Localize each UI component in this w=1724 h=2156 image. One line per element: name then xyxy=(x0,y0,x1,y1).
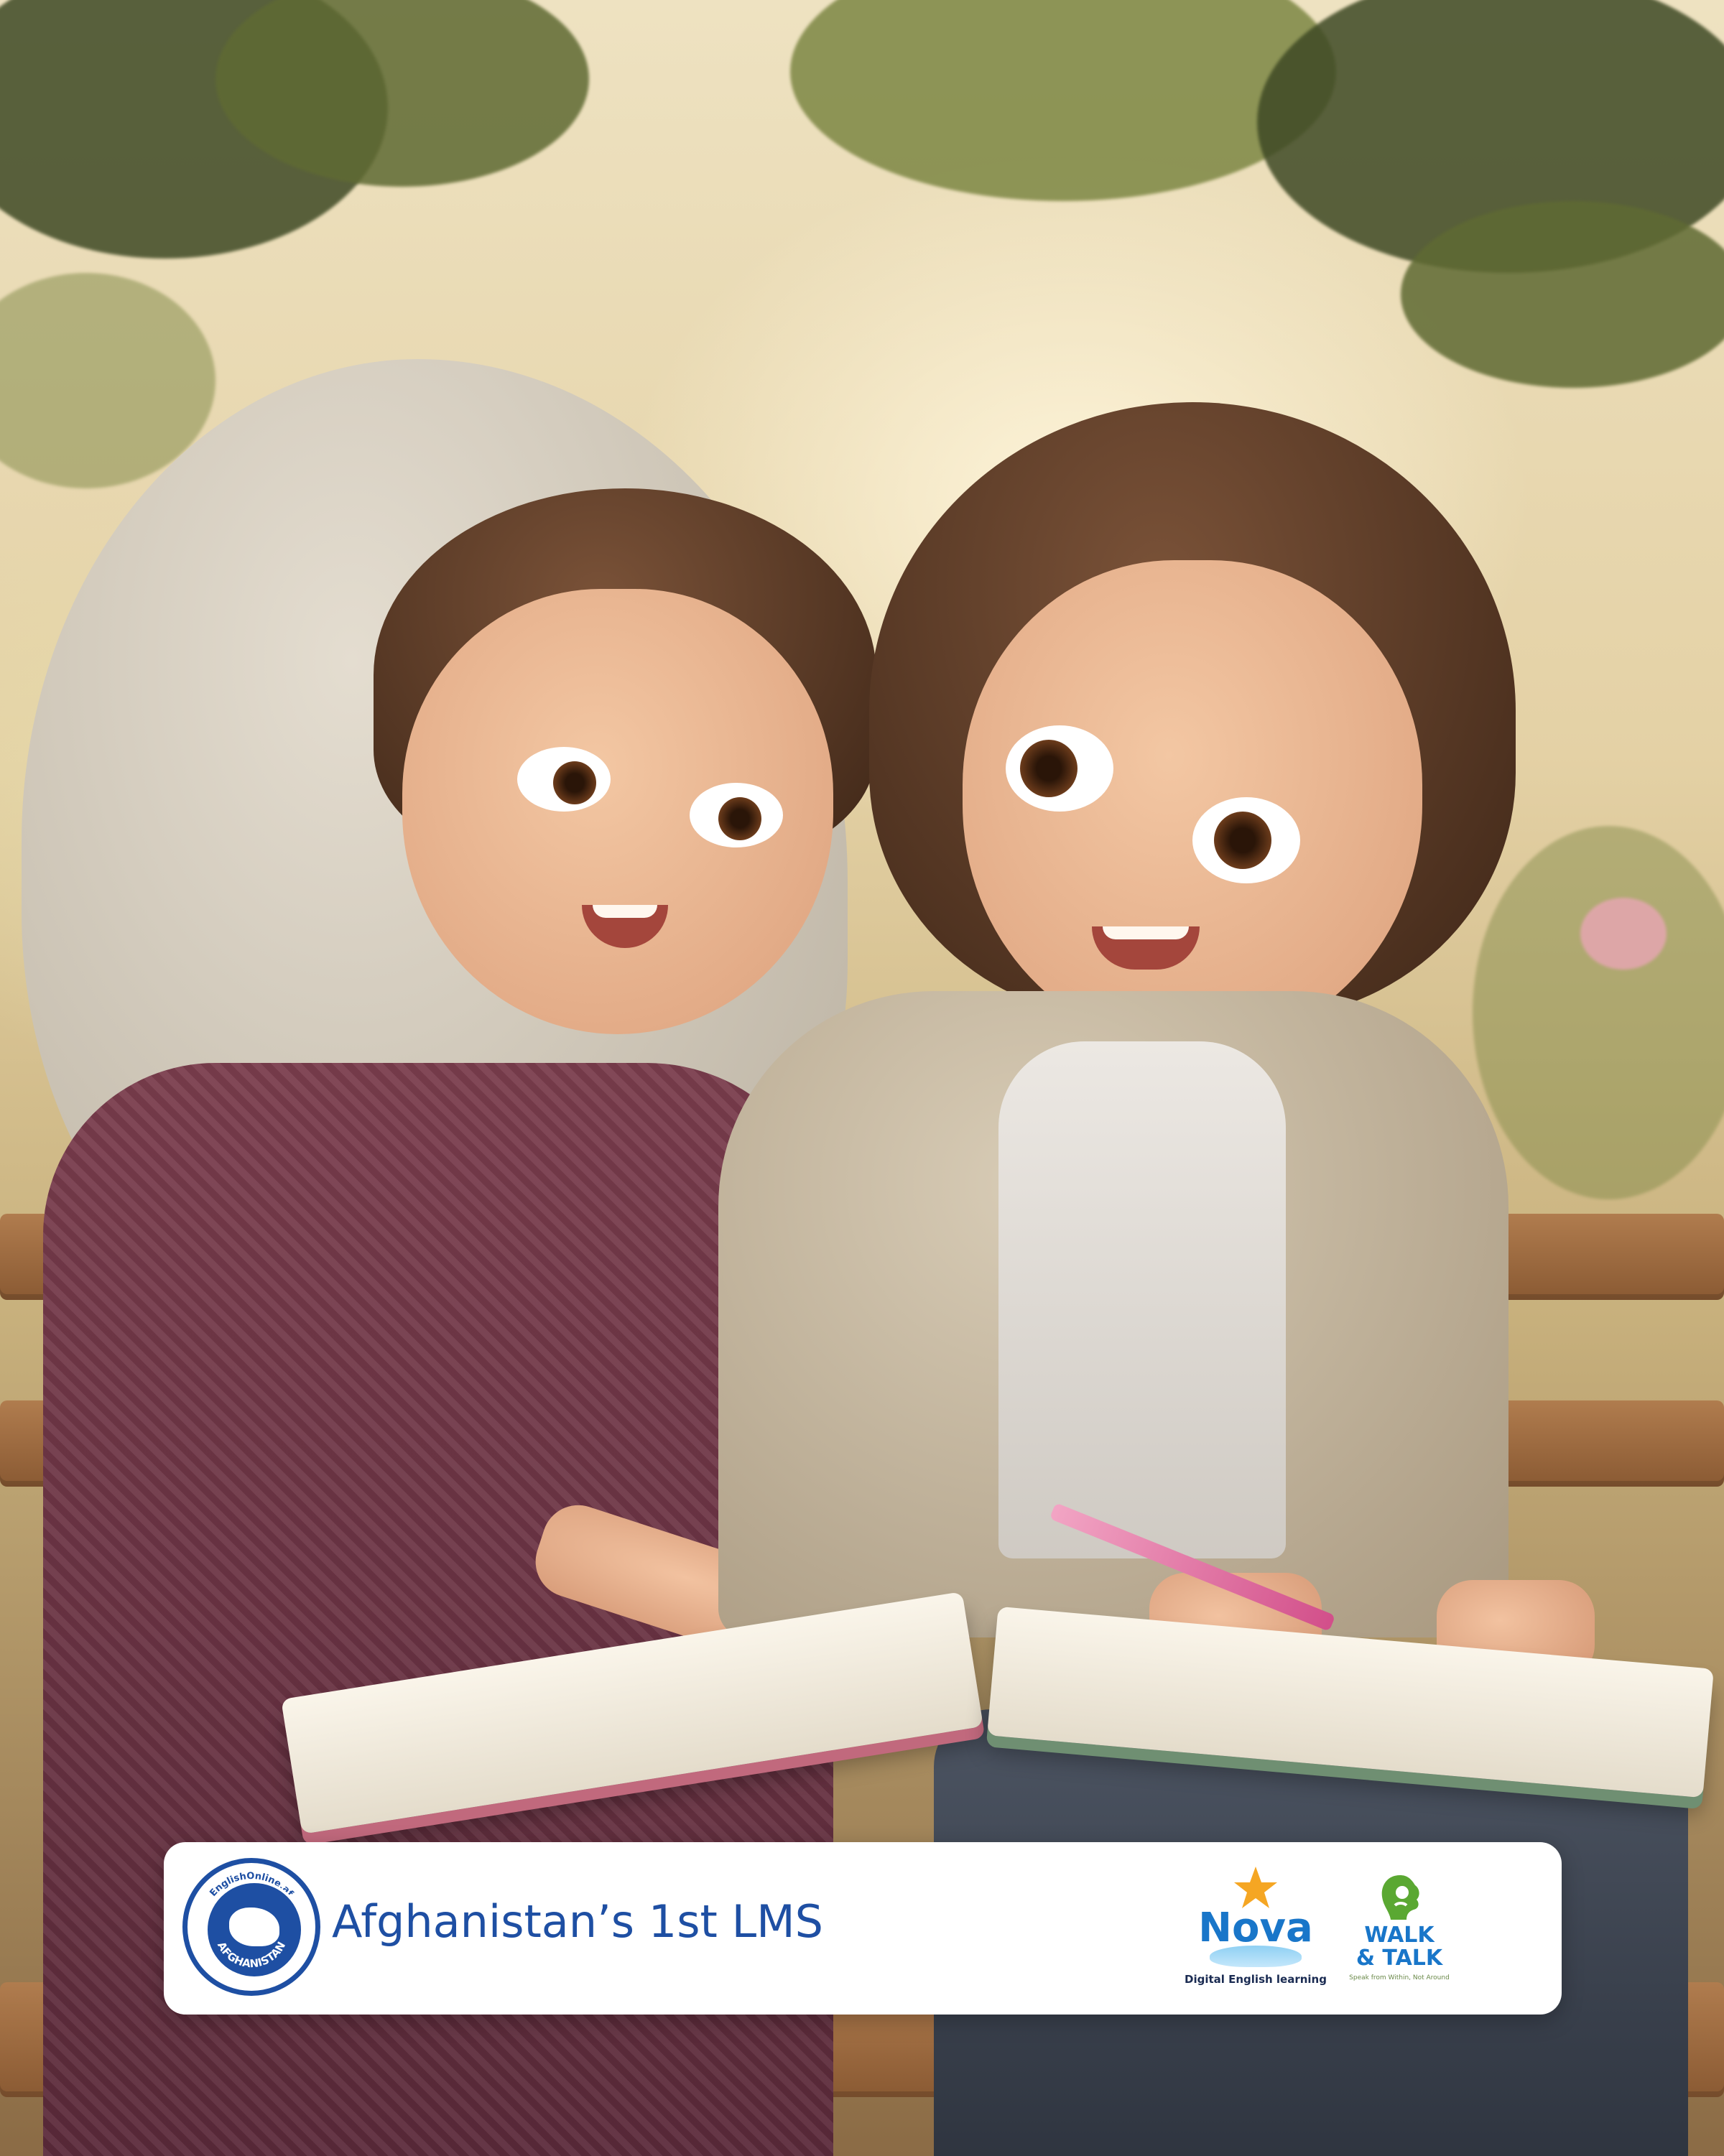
englishonline-afghanistan-seal: EnglishOnline.af AFGHANISTAN xyxy=(182,1858,320,1996)
walk-and-talk-subtitle: Speak from Within, Not Around xyxy=(1349,1974,1450,1981)
seal-bottom-ring: AFGHANISTAN xyxy=(215,1940,288,1971)
svg-text:AFGHANISTAN: AFGHANISTAN xyxy=(215,1940,288,1971)
illustration-scene xyxy=(0,0,1724,2156)
walk-and-talk-logo: WALK & TALK Speak from Within, Not Around xyxy=(1342,1874,1457,1996)
brand-tagline: Afghanistan’s 1st LMS xyxy=(332,1895,823,1948)
speaking-head-icon xyxy=(1381,1875,1419,1920)
iris xyxy=(553,761,596,804)
brand-bar: EnglishOnline.af AFGHANISTAN Afghanistan… xyxy=(164,1842,1562,2015)
seal-bottom-text: AFGHANISTAN xyxy=(215,1940,288,1971)
iris xyxy=(1020,740,1078,797)
teeth xyxy=(1103,926,1189,939)
nova-logo: Nova Digital English learning xyxy=(1184,1865,1327,1994)
walk-and-talk-wordmark: WALK & TALK xyxy=(1355,1923,1443,1971)
nova-subtitle: Digital English learning xyxy=(1185,1973,1327,1986)
girl-with-cardigan xyxy=(718,0,1724,2156)
iris xyxy=(1214,812,1271,869)
wave-icon xyxy=(1210,1946,1302,1967)
nova-wordmark: Nova xyxy=(1198,1905,1313,1951)
t-shirt xyxy=(998,1041,1286,1558)
teeth xyxy=(593,905,657,918)
seal-inner-disc: AFGHANISTAN xyxy=(205,1880,304,1979)
